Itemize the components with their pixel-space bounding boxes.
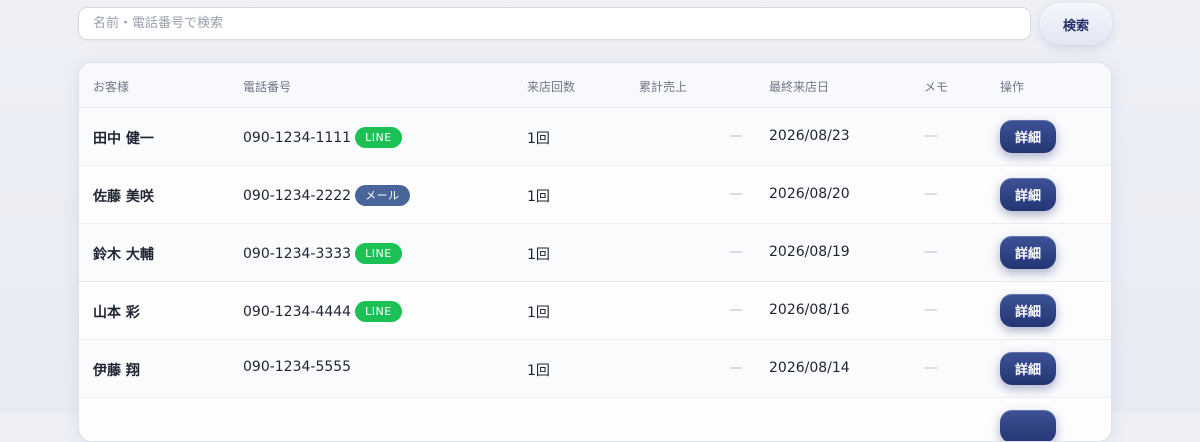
total-sales: — [729, 302, 743, 318]
contact-channel-badge: LINE [355, 301, 402, 322]
phone-cell: 090-1234-4444 LINE [243, 301, 402, 322]
customer-name: 佐藤 美咲 [93, 189, 154, 205]
customer-name: 山本 彩 [93, 305, 140, 321]
phone-cell: 090-1234-5555 [243, 359, 351, 375]
phone-number: 090-1234-2222 [243, 188, 352, 204]
detail-button[interactable]: 詳細 [1000, 352, 1056, 385]
phone-cell: 090-1234-3333 LINE [243, 243, 402, 264]
header-total-sales: 累計売上 [639, 80, 688, 94]
header-last-visit: 最終来店日 [769, 80, 830, 94]
contact-channel-badge: LINE [355, 243, 402, 264]
phone-number: 090-1234-4444 [243, 304, 352, 320]
table-row: 山本 彩 090-1234-4444 LINE 1回 — 2026/08/16 — 詳細 [79, 282, 1111, 340]
table-row: 佐藤 美咲 090-1234-2222 メール 1回 — 2026/08/20 — 詳細 [79, 166, 1111, 224]
memo: — [924, 302, 938, 318]
visit-count: 1回 [527, 305, 550, 321]
detail-button[interactable] [1000, 410, 1056, 441]
detail-button[interactable]: 詳細 [1000, 294, 1056, 327]
contact-channel-badge: メール [355, 185, 410, 206]
visit-count: 1回 [527, 131, 550, 147]
table-header: お客様 電話番号 来店回数 累計売上 最終来店日 メモ 操作 [79, 63, 1111, 108]
customer-name: 鈴木 大輔 [93, 247, 154, 263]
customer-name: 伊藤 翔 [93, 363, 140, 379]
last-visit-date: 2026/08/19 [769, 244, 850, 260]
table-row: 伊藤 翔 090-1234-5555 1回 — 2026/08/14 — 詳細 [79, 340, 1111, 398]
last-visit-date: 2026/08/14 [769, 360, 850, 376]
table-row: 田中 健一 090-1234-1111 LINE 1回 — 2026/08/23 — 詳細 [79, 108, 1111, 166]
memo: — [924, 360, 938, 376]
visit-count: 1回 [527, 363, 550, 379]
header-phone: 電話番号 [243, 80, 292, 94]
phone-cell: 090-1234-1111 LINE [243, 127, 402, 148]
customer-table: お客様 電話番号 来店回数 累計売上 最終来店日 メモ 操作 田中 健一 090-… [78, 62, 1112, 442]
total-sales: — [729, 360, 743, 376]
phone-cell: 090-1234-2222 メール [243, 185, 410, 206]
total-sales: — [729, 128, 743, 144]
last-visit-date: 2026/08/23 [769, 128, 850, 144]
total-sales: — [729, 244, 743, 260]
visit-count: 1回 [527, 247, 550, 263]
header-visits: 来店回数 [527, 80, 576, 94]
detail-button[interactable]: 詳細 [1000, 178, 1056, 211]
visit-count: 1回 [527, 189, 550, 205]
memo: — [924, 244, 938, 260]
last-visit-date: 2026/08/20 [769, 186, 850, 202]
contact-channel-badge: LINE [355, 127, 402, 148]
header-customer: お客様 [93, 80, 130, 94]
header-actions: 操作 [1000, 80, 1025, 94]
memo: — [924, 186, 938, 202]
phone-number: 090-1234-5555 [243, 359, 352, 375]
detail-button[interactable]: 詳細 [1000, 120, 1056, 153]
search-input[interactable] [78, 7, 1031, 40]
customer-name: 田中 健一 [93, 131, 154, 147]
phone-number: 090-1234-3333 [243, 246, 352, 262]
memo: — [924, 128, 938, 144]
total-sales: — [729, 186, 743, 202]
detail-button[interactable]: 詳細 [1000, 236, 1056, 269]
search-button[interactable]: 検索 [1040, 3, 1112, 45]
table-row [79, 398, 1111, 441]
last-visit-date: 2026/08/16 [769, 302, 850, 318]
header-memo: メモ [924, 80, 949, 94]
table-row: 鈴木 大輔 090-1234-3333 LINE 1回 — 2026/08/19 — 詳細 [79, 224, 1111, 282]
phone-number: 090-1234-1111 [243, 130, 352, 146]
